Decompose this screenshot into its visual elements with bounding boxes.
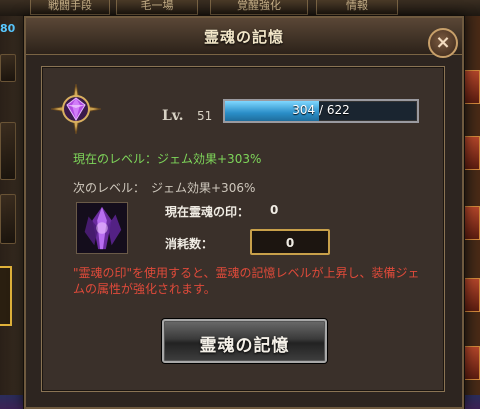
purple-gem-compass-icon — [51, 84, 101, 134]
progress-text: 304 / 622 — [292, 103, 350, 117]
background-side-tile[interactable] — [464, 136, 480, 170]
close-icon: × — [435, 32, 451, 53]
background-side-tile[interactable] — [464, 70, 480, 104]
background-highlight-frame — [0, 266, 12, 326]
consume-count-input[interactable]: 0 — [250, 229, 330, 255]
background-tab[interactable]: 戦闘手段 — [30, 0, 110, 15]
dialog-header: 霊魂の記憶 — [26, 18, 462, 55]
current-level-effect: 現在のレベル：ジェム効果+303% — [73, 152, 262, 166]
seal-count-label: 現在霊魂の印： — [165, 205, 250, 219]
level-prefix: Lv. — [162, 108, 184, 124]
consume-count-label: 消耗数： — [165, 237, 214, 251]
background-side-button[interactable] — [0, 54, 16, 82]
consume-count-value: 0 — [285, 236, 295, 250]
background-tab[interactable]: 毛一場 — [116, 0, 198, 15]
next-level-effect: 次のレベル： ジェム効果+306% — [73, 181, 256, 195]
background-counter: 80 — [0, 22, 16, 35]
background-side-button[interactable] — [0, 122, 16, 180]
background-tab[interactable]: 情報 — [316, 0, 398, 15]
level-value: 51 — [197, 109, 213, 123]
seal-count-value: 0 — [270, 203, 279, 217]
background-side-tile[interactable] — [464, 278, 480, 312]
background-tab-bar: 戦闘手段 毛一場 覚醒強化 情報 — [0, 0, 480, 17]
soul-memory-button[interactable]: 霊魂の記憶 — [162, 319, 327, 363]
background-left-panel — [0, 16, 26, 409]
close-button[interactable]: × — [428, 28, 458, 58]
background-side-tile[interactable] — [464, 346, 480, 380]
description-text: "霊魂の印"を使用すると、霊魂の記憶レベルが上昇し、装備ジェムの属性が強化されま… — [73, 266, 420, 296]
progress-bar: 304 / 622 — [223, 99, 419, 123]
background-side-tile[interactable] — [464, 206, 480, 240]
background-tab[interactable]: 覚醒強化 — [210, 0, 308, 15]
dialog-title: 霊魂の記憶 — [203, 28, 284, 46]
background-side-button[interactable] — [0, 194, 16, 244]
soul-seal-crystal-icon — [76, 202, 128, 254]
soul-memory-button-label: 霊魂の記憶 — [199, 336, 290, 356]
